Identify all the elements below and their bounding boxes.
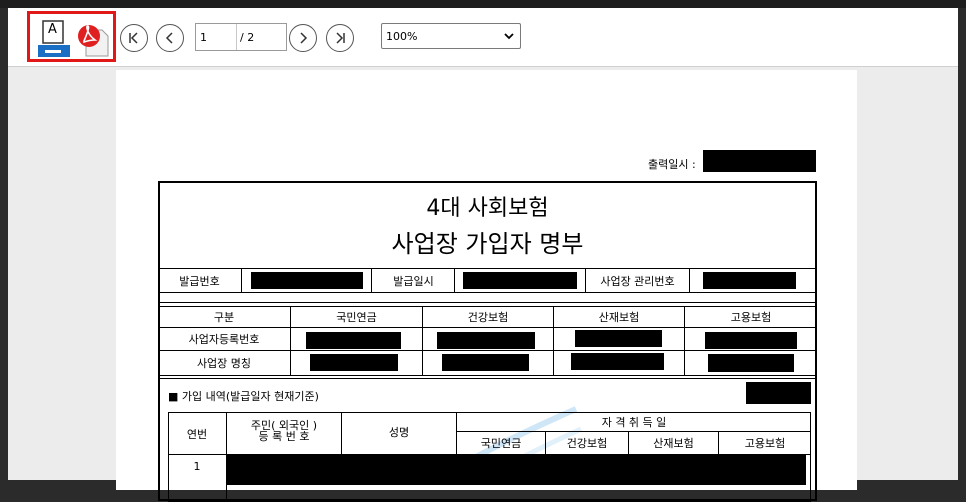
redacted-cell — [575, 330, 662, 347]
redacted-cell — [442, 354, 529, 371]
zoom-value: 100% — [386, 30, 418, 43]
rule — [689, 268, 690, 292]
t2-sub-health: 건강보험 — [566, 437, 608, 450]
rule — [241, 268, 242, 292]
rule — [158, 292, 817, 293]
mgmt-no-label: 사업장 관리번호 — [600, 274, 675, 288]
redacted-cell — [571, 353, 664, 370]
chevron-right-icon — [300, 32, 308, 44]
t2-sub-industrial: 산재보험 — [653, 437, 694, 450]
last-page-icon — [336, 32, 345, 44]
page-number-field[interactable]: 1 / 2 — [195, 23, 287, 51]
prev-page-button[interactable] — [156, 24, 184, 52]
t2-sub-pension: 국민연금 — [480, 437, 522, 450]
window-top-edge — [0, 0, 966, 8]
redacted-mgmt-no — [703, 272, 796, 289]
pdf-icon[interactable] — [76, 20, 110, 58]
t2-col-qualification-date: 자 격 취 득 일 — [601, 416, 667, 429]
rule — [454, 268, 455, 292]
t1-header-pension: 국민연금 — [336, 311, 377, 324]
t2-col-id-line2: 등 록 번 호 — [258, 429, 310, 443]
first-page-button[interactable] — [120, 24, 148, 52]
viewer-toolbar: A 1 / 2 100% — [8, 8, 958, 67]
redacted-section-value — [746, 382, 811, 404]
t1-header-category: 구분 — [213, 311, 235, 324]
t2-col-seq: 연번 — [186, 427, 208, 441]
t2-sub-employment: 고용보험 — [744, 437, 786, 450]
redacted-cell — [708, 354, 794, 372]
issue-no-label: 발급번호 — [179, 274, 220, 288]
redacted-cell — [310, 354, 398, 371]
document-viewport[interactable]: 출력일시 : 4대 사회보험 사업장 가입자 명부 발급번호 발급일시 사업장 … — [8, 67, 958, 502]
current-page[interactable]: 1 — [200, 31, 207, 44]
t1-row-business-name: 사업장 명칭 — [196, 357, 252, 370]
redacted-issue-date — [463, 272, 577, 289]
t2-row-seq: 1 — [193, 459, 201, 473]
rule — [158, 375, 817, 376]
t1-header-employment: 고용보험 — [730, 311, 772, 324]
redacted-cell — [306, 332, 401, 349]
page-field-divider — [236, 24, 237, 50]
redacted-cell — [437, 332, 535, 349]
chevron-down-icon — [504, 33, 514, 40]
zoom-select[interactable]: 100% — [381, 23, 521, 49]
print-datetime-label: 출력일시 : — [648, 158, 696, 171]
chevron-left-icon — [165, 32, 173, 44]
first-page-icon — [129, 32, 138, 44]
t2-col-name: 성명 — [388, 426, 410, 439]
t1-header-health: 건강보험 — [467, 311, 509, 324]
form-title-line2: 사업장 가입자 명부 — [391, 229, 584, 258]
rule — [158, 268, 817, 269]
last-page-button[interactable] — [326, 24, 354, 52]
t1-header-industrial: 산재보험 — [598, 311, 640, 324]
next-page-button[interactable] — [289, 24, 317, 52]
redacted-issue-no — [251, 272, 363, 289]
redacted-print-datetime — [703, 150, 816, 172]
form-title-line1: 4대 사회보험 — [426, 196, 549, 221]
document-page: 출력일시 : 4대 사회보험 사업장 가입자 명부 발급번호 발급일시 사업장 … — [116, 70, 857, 502]
total-pages: / 2 — [240, 31, 255, 44]
rule — [158, 378, 817, 379]
t1-row-business-no: 사업자등록번호 — [188, 333, 260, 346]
redacted-cell — [705, 332, 797, 349]
issue-date-label: 발급일시 — [393, 274, 434, 288]
rule — [158, 302, 817, 303]
print-icon-letter: A — [48, 22, 57, 37]
app-window: A 1 / 2 100% 출력일시: 4대 사회보험 사업장 가입자 명부 발… — [0, 0, 966, 502]
section-title: ■ 가입 내역(발급일자 현재기준) — [168, 390, 319, 403]
print-icon[interactable]: A — [35, 19, 73, 59]
redacted-row — [226, 455, 806, 485]
